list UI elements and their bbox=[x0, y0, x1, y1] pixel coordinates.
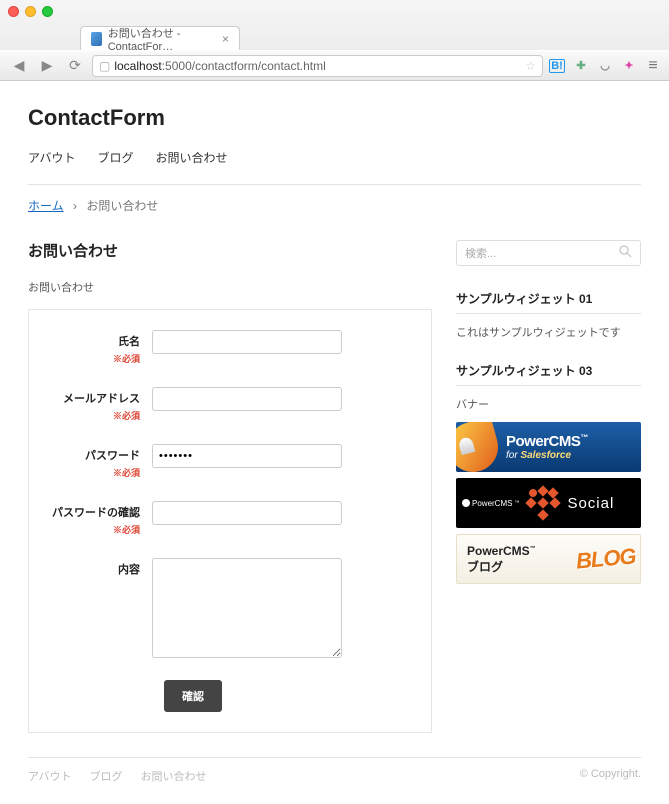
minimize-window-icon[interactable] bbox=[25, 6, 36, 17]
email-label: メールアドレス bbox=[63, 393, 140, 405]
divider bbox=[456, 385, 641, 386]
menu-icon[interactable]: ≡ bbox=[645, 58, 661, 74]
widget3-sublabel: バナー bbox=[456, 396, 641, 412]
search-placeholder: 検索... bbox=[465, 245, 496, 261]
pocket-icon[interactable]: ◡ bbox=[597, 58, 613, 74]
sub-label: お問い合わせ bbox=[28, 279, 432, 295]
search-icon bbox=[619, 245, 632, 261]
breadcrumb-current: お問い合わせ bbox=[86, 199, 158, 213]
favicon-icon bbox=[91, 32, 102, 46]
copyright: © Copyright. bbox=[580, 768, 641, 784]
sidebar: 検索... サンプルウィジェット 01 これはサンプルウィジェットです サンプル… bbox=[456, 240, 641, 733]
browser-chrome: お問い合わせ - ContactFor… × ◀ ▶ ⟳ ▢ localhost… bbox=[0, 0, 669, 81]
nav-main: アバウト ブログ お問い合わせ bbox=[28, 149, 641, 166]
nav-about[interactable]: アバウト bbox=[28, 149, 76, 166]
browser-tab[interactable]: お問い合わせ - ContactFor… × bbox=[80, 26, 240, 50]
content-label: 内容 bbox=[118, 564, 140, 576]
extension-icon[interactable]: ✦ bbox=[621, 58, 637, 74]
form-row-email: メールアドレス ※必須 bbox=[47, 387, 413, 422]
form-row-content: 内容 bbox=[47, 558, 413, 658]
page: ContactForm アバウト ブログ お問い合わせ ホーム › お問い合わせ… bbox=[0, 81, 669, 804]
back-button[interactable]: ◀ bbox=[8, 56, 30, 76]
banner-powercms-blog[interactable]: PowerCMS™ ブログ BLOG bbox=[456, 534, 641, 584]
widget3-title: サンプルウィジェット 03 bbox=[456, 362, 641, 379]
required-badge: ※必須 bbox=[47, 466, 140, 479]
extension-icons: B! ✚ ◡ ✦ ≡ bbox=[549, 58, 661, 74]
breadcrumb-home[interactable]: ホーム bbox=[28, 199, 64, 213]
divider bbox=[28, 184, 641, 185]
password-input[interactable] bbox=[152, 444, 342, 468]
url-host: localhost bbox=[114, 59, 161, 73]
widget1-title: サンプルウィジェット 01 bbox=[456, 290, 641, 307]
nav-blog[interactable]: ブログ bbox=[98, 149, 134, 166]
traffic-lights bbox=[8, 6, 53, 17]
nav-contact[interactable]: お問い合わせ bbox=[156, 149, 228, 166]
wunderlist-icon[interactable]: ✚ bbox=[573, 58, 589, 74]
footer: アバウト ブログ お問い合わせ © Copyright. bbox=[28, 757, 641, 784]
zoom-window-icon[interactable] bbox=[42, 6, 53, 17]
name-input[interactable] bbox=[152, 330, 342, 354]
password-label: パスワード bbox=[85, 450, 140, 462]
banner-powercms-social[interactable]: PowerCMS™ Social bbox=[456, 478, 641, 528]
banner-sf-title: PowerCMS bbox=[506, 433, 580, 450]
close-window-icon[interactable] bbox=[8, 6, 19, 17]
breadcrumb: ホーム › お問い合わせ bbox=[28, 197, 641, 214]
name-label: 氏名 bbox=[118, 336, 140, 348]
required-badge: ※必須 bbox=[47, 523, 140, 536]
url-bar[interactable]: ▢ localhost:5000/contactform/contact.htm… bbox=[92, 55, 543, 77]
footer-blog[interactable]: ブログ bbox=[90, 768, 123, 784]
submit-button[interactable]: 確認 bbox=[164, 680, 222, 712]
reload-button[interactable]: ⟳ bbox=[64, 56, 86, 76]
tab-title: お問い合わせ - ContactFor… bbox=[108, 25, 216, 53]
browser-toolbar: ◀ ▶ ⟳ ▢ localhost:5000/contactform/conta… bbox=[0, 50, 669, 80]
main-column: お問い合わせ お問い合わせ 氏名 ※必須 メールアドレス ※必須 bbox=[28, 240, 432, 733]
form-row-name: 氏名 ※必須 bbox=[47, 330, 413, 365]
divider bbox=[456, 313, 641, 314]
rocket-icon bbox=[456, 422, 504, 472]
banner-powercms-salesforce[interactable]: PowerCMS™ for Salesforce bbox=[456, 422, 641, 472]
title-bar bbox=[0, 0, 669, 22]
forward-button[interactable]: ▶ bbox=[36, 56, 58, 76]
required-badge: ※必須 bbox=[47, 409, 140, 422]
password-confirm-input[interactable] bbox=[152, 501, 342, 525]
required-badge: ※必須 bbox=[47, 352, 140, 365]
powercms-logo: PowerCMS™ bbox=[462, 499, 519, 508]
banner-social-text: Social bbox=[567, 495, 614, 512]
blog-text: BLOG bbox=[575, 543, 637, 574]
search-input[interactable]: 検索... bbox=[456, 240, 641, 266]
contact-form: 氏名 ※必須 メールアドレス ※必須 パスワード ※必須 bbox=[28, 309, 432, 733]
url-path: :5000/contactform/contact.html bbox=[162, 59, 326, 73]
tab-row: お問い合わせ - ContactFor… × bbox=[0, 22, 669, 50]
form-row-password: パスワード ※必須 bbox=[47, 444, 413, 479]
bookmark-star-icon[interactable]: ☆ bbox=[525, 59, 536, 73]
password-confirm-label: パスワードの確認 bbox=[52, 507, 140, 519]
widget1-text: これはサンプルウィジェットです bbox=[456, 324, 641, 340]
breadcrumb-separator: › bbox=[73, 199, 77, 213]
footer-contact[interactable]: お問い合わせ bbox=[141, 768, 207, 784]
form-row-password-confirm: パスワードの確認 ※必須 bbox=[47, 501, 413, 536]
email-input[interactable] bbox=[152, 387, 342, 411]
hatena-bookmark-icon[interactable]: B! bbox=[549, 59, 565, 73]
site-title: ContactForm bbox=[28, 105, 641, 131]
footer-about[interactable]: アバウト bbox=[28, 768, 72, 784]
page-icon: ▢ bbox=[99, 59, 110, 73]
content-textarea[interactable] bbox=[152, 558, 342, 658]
hex-network-icon bbox=[519, 479, 567, 527]
tab-close-icon[interactable]: × bbox=[222, 32, 229, 46]
page-heading: お問い合わせ bbox=[28, 240, 432, 261]
